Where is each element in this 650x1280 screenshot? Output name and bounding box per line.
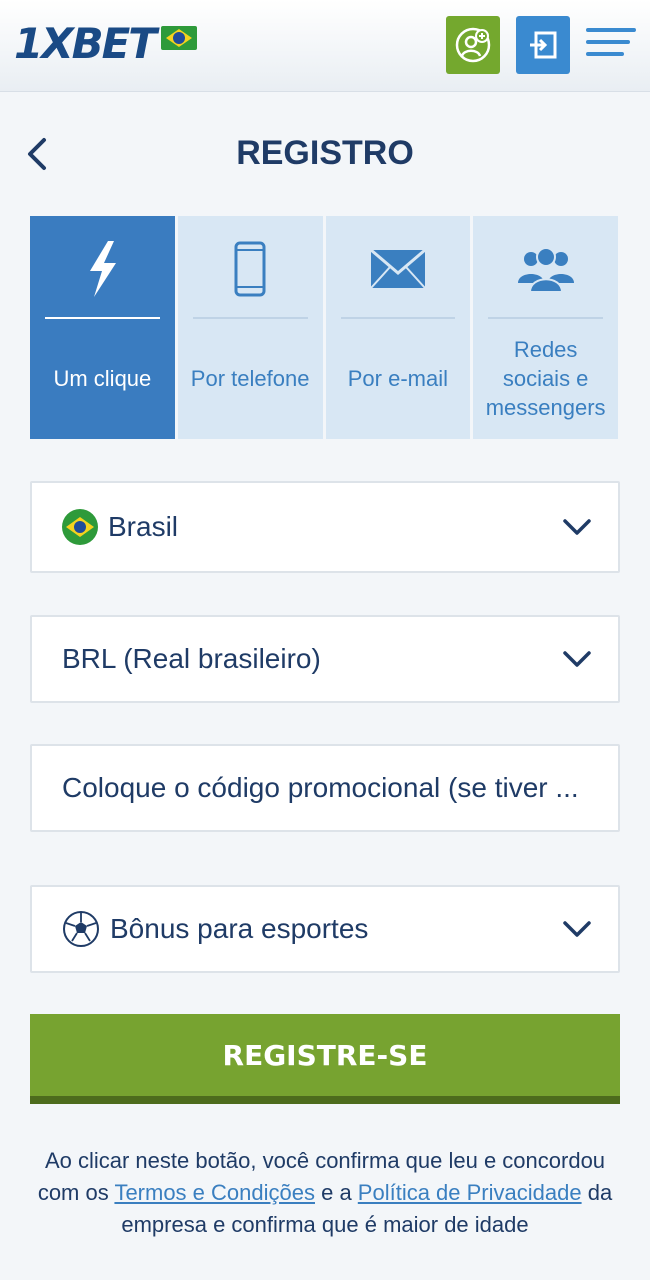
brazil-flag-icon (160, 26, 197, 50)
promo-code-placeholder: Coloque o código promocional (se tiver .… (62, 772, 579, 803)
people-icon (517, 247, 574, 293)
top-header: 1XBET (0, 0, 650, 92)
bonus-select[interactable]: Bônus para esportes (30, 885, 620, 973)
register-user-button[interactable] (446, 16, 500, 74)
brazil-flag-icon (62, 509, 98, 545)
terms-link[interactable]: Termos e Condições (114, 1180, 315, 1205)
promo-code-input[interactable]: Coloque o código promocional (se tiver .… (30, 744, 620, 832)
register-button[interactable]: REGISTRE-SE (30, 1014, 620, 1104)
tab-label: Por e-mail (347, 365, 448, 391)
legal-notice: Ao clicar neste botão, você confirma que… (30, 1145, 620, 1241)
login-button[interactable] (516, 16, 570, 74)
tab-label: Por telefone (190, 365, 310, 391)
chevron-down-icon (563, 651, 591, 667)
tab-phone[interactable]: Por telefone (177, 216, 323, 439)
registration-tabs: Um clique Por telefone Por e-mail Redes … (30, 216, 618, 439)
tab-one-click[interactable]: Um clique (30, 216, 175, 439)
login-icon (530, 31, 557, 59)
tab-label: Um clique (53, 365, 152, 391)
chevron-down-icon (563, 921, 591, 937)
add-user-icon (455, 27, 491, 63)
page-title: REGISTRO (236, 134, 414, 172)
chevron-down-icon (563, 519, 591, 535)
envelope-icon (369, 249, 426, 289)
tab-social[interactable]: Redes sociais e messengers (473, 216, 618, 439)
soccer-ball-icon (63, 911, 99, 947)
logo[interactable]: 1XBET (14, 20, 197, 68)
lightning-icon (90, 241, 117, 297)
logo-text: 1XBET (14, 19, 157, 68)
phone-icon (234, 241, 266, 297)
tab-email[interactable]: Por e-mail (325, 216, 471, 439)
country-value: Brasil (108, 511, 179, 542)
currency-value: BRL (Real brasileiro) (62, 643, 321, 674)
country-select[interactable]: Brasil (30, 481, 620, 573)
bonus-value: Bônus para esportes (110, 913, 369, 944)
legal-text-mid: e a (314, 1180, 358, 1205)
currency-select[interactable]: BRL (Real brasileiro) (30, 615, 620, 703)
hamburger-menu-icon[interactable] (586, 28, 636, 60)
privacy-link[interactable]: Política de Privacidade (358, 1180, 582, 1205)
tab-label: Redes sociais e messengers (485, 336, 606, 420)
